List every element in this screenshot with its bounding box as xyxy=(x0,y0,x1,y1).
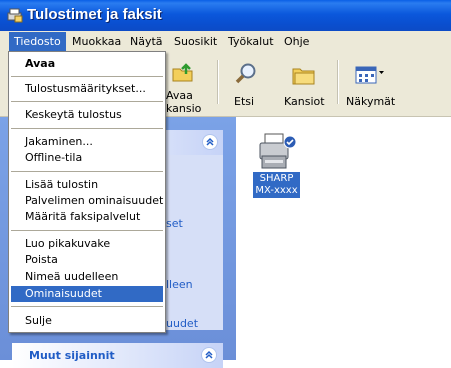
menu-item-create-shortcut[interactable]: Luo pikakuvake xyxy=(11,236,163,252)
menu-item-sharing[interactable]: Jakaminen... xyxy=(11,134,163,150)
printer-model: MX-xxxx xyxy=(255,185,298,196)
menu-item-server-properties[interactable]: Palvelimen ominaisuudet xyxy=(11,193,163,209)
menu-item-offline[interactable]: Offline-tila xyxy=(11,150,163,166)
menu-item-printing-preferences[interactable]: Tulostusmääritykset... xyxy=(11,81,163,97)
task-link[interactable]: uudet xyxy=(166,317,198,330)
menu-item-close[interactable]: Sulje xyxy=(11,313,163,329)
printer-name: SHARP xyxy=(259,173,294,184)
folders-button[interactable]: Kansiot xyxy=(282,58,326,110)
menu-file[interactable]: Tiedosto xyxy=(9,32,66,51)
menu-tools[interactable]: Työkalut xyxy=(223,32,279,51)
task-link[interactable]: set xyxy=(166,217,183,230)
menu-separator xyxy=(11,76,163,77)
window-title: Tulostimet ja faksit xyxy=(27,6,162,23)
views-icon xyxy=(355,66,384,84)
search-label: Etsi xyxy=(234,95,255,108)
views-button[interactable]: Näkymät xyxy=(344,58,396,110)
other-places-panel: Muut sijainnit xyxy=(12,343,223,368)
menu-item-add-printer[interactable]: Lisää tulostin xyxy=(11,177,163,193)
printer-icon[interactable] xyxy=(253,132,303,172)
menu-item-open[interactable]: Avaa xyxy=(11,56,163,72)
menu-bar: Tiedosto Muokkaa Näytä Suosikit Työkalut… xyxy=(0,31,451,53)
toolbar-separator xyxy=(217,60,219,104)
search-icon xyxy=(235,63,256,84)
menu-separator xyxy=(11,101,163,102)
toolbar-separator xyxy=(337,60,339,104)
collapse-chevron-icon[interactable] xyxy=(201,347,217,363)
menu-favorites[interactable]: Suosikit xyxy=(169,32,222,51)
menu-help[interactable]: Ohje xyxy=(279,32,314,51)
title-bar: Tulostimet ja faksit xyxy=(0,0,451,31)
views-label: Näkymät xyxy=(346,95,396,108)
other-places-title[interactable]: Muut sijainnit xyxy=(29,349,115,362)
search-button[interactable]: Etsi xyxy=(228,58,264,110)
printer-folder-icon xyxy=(7,8,23,23)
menu-separator xyxy=(11,306,163,307)
folders-label: Kansiot xyxy=(284,95,325,108)
folders-icon xyxy=(292,68,315,85)
menu-item-pause-printing[interactable]: Keskeytä tulostus xyxy=(11,107,163,123)
collapse-chevron-icon[interactable] xyxy=(202,134,218,150)
task-link[interactable]: lleen xyxy=(166,278,193,291)
menu-item-delete[interactable]: Poista xyxy=(11,252,163,268)
printer-label[interactable]: SHARP MX-xxxx xyxy=(253,172,300,198)
open-folder-label-1: Avaa xyxy=(166,89,193,102)
folder-up-icon xyxy=(172,63,193,82)
menu-view[interactable]: Näytä xyxy=(125,32,168,51)
open-folder-label-2: kansio xyxy=(166,102,202,115)
menu-item-properties[interactable]: Ominaisuudet xyxy=(11,286,163,302)
menu-item-fax-services[interactable]: Määritä faksipalvelut xyxy=(11,209,163,225)
menu-separator xyxy=(11,230,163,231)
menu-separator xyxy=(11,128,163,129)
menu-edit[interactable]: Muokkaa xyxy=(67,32,126,51)
open-folder-button[interactable]: Avaa kansio xyxy=(166,58,210,115)
file-menu-dropdown: Avaa Tulostusmääritykset... Keskeytä tul… xyxy=(8,51,166,333)
menu-separator xyxy=(11,171,163,172)
menu-item-rename[interactable]: Nimeä uudelleen xyxy=(11,269,163,285)
